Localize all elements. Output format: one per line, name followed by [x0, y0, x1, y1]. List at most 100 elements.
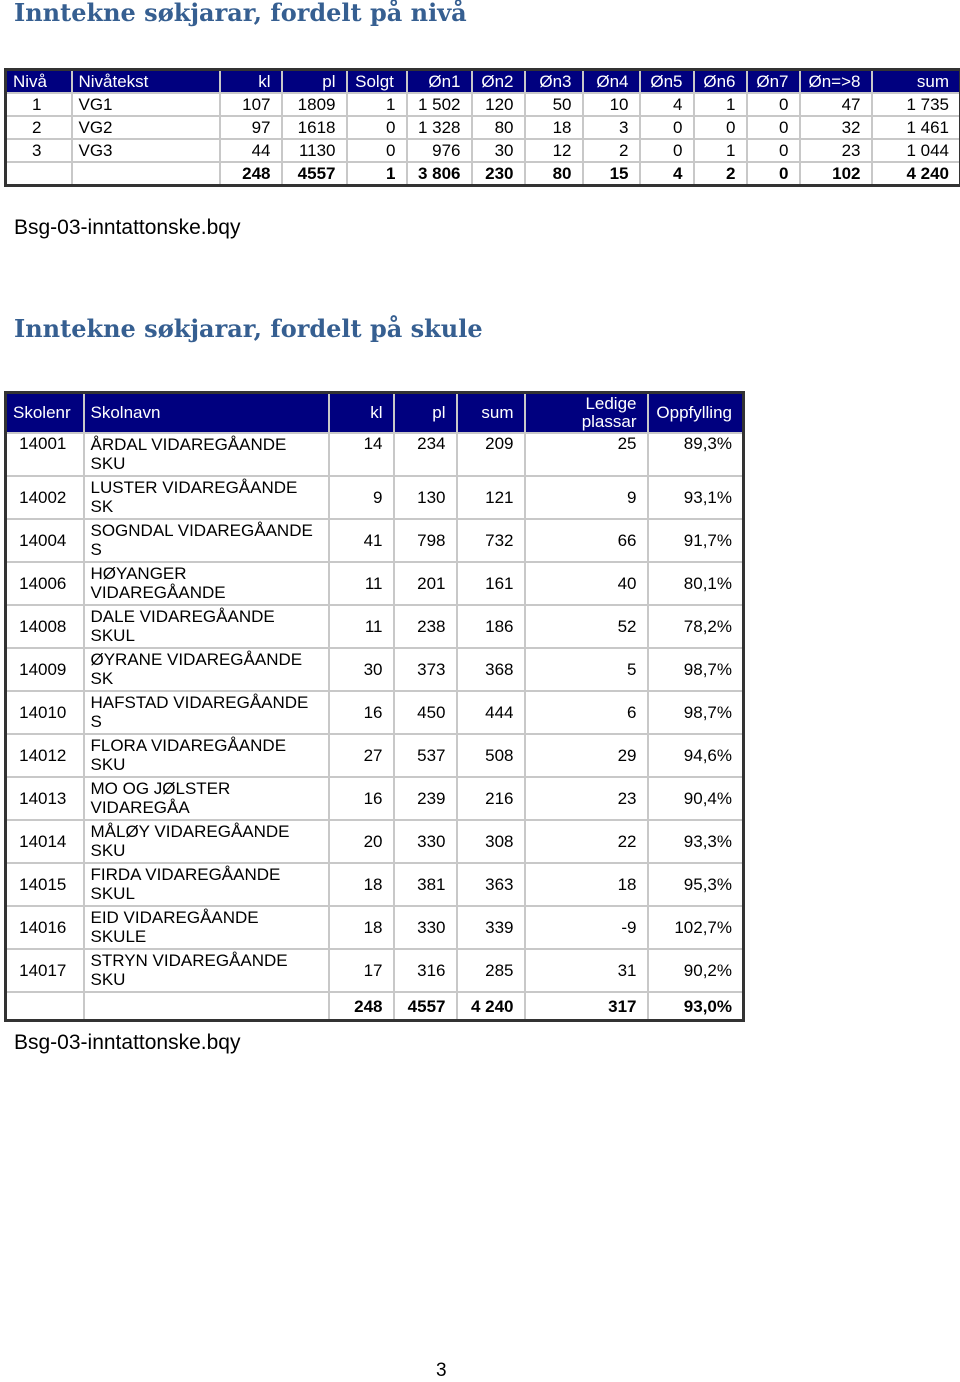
- total-cell: [72, 162, 220, 186]
- table-cell: 0: [640, 116, 694, 139]
- total-cell: 80: [525, 162, 583, 186]
- table-cell: 14: [329, 433, 394, 476]
- table-row: 14012FLORA VIDAREGÅANDE SKU275375082994,…: [6, 734, 744, 777]
- table-cell: 90,4%: [648, 777, 744, 820]
- table-cell: VG2: [72, 116, 220, 139]
- table-cell: 186: [457, 605, 525, 648]
- table-cell: 732: [457, 519, 525, 562]
- table-cell: 1: [347, 93, 407, 116]
- table-cell: 798: [394, 519, 457, 562]
- column-header: Nivåtekst: [72, 70, 220, 94]
- table-cell: 14008: [6, 605, 84, 648]
- table-row: 14010HAFSTAD VIDAREGÅANDE S16450444698,7…: [6, 691, 744, 734]
- table-cell: 16: [329, 777, 394, 820]
- table-cell: 14014: [6, 820, 84, 863]
- table-cell: 14001: [6, 433, 84, 476]
- table-cell: 1 044: [872, 139, 960, 162]
- table-row: 14004SOGNDAL VIDAREGÅANDE S417987326691,…: [6, 519, 744, 562]
- table-cell: 0: [694, 116, 747, 139]
- table-cell: 18: [525, 863, 648, 906]
- table-cell: 97: [220, 116, 282, 139]
- total-cell: 230: [472, 162, 525, 186]
- table-cell: MO OG JØLSTER VIDAREGÅA: [84, 777, 329, 820]
- table-cell: 90,2%: [648, 949, 744, 992]
- table-cell: 93,1%: [648, 476, 744, 519]
- total-cell: 4: [640, 162, 694, 186]
- total-cell: 317: [525, 992, 648, 1021]
- table-cell: 161: [457, 562, 525, 605]
- table-cell: 1130: [282, 139, 347, 162]
- table-cell: 89,3%: [648, 433, 744, 476]
- table-cell: 368: [457, 648, 525, 691]
- table-cell: 209: [457, 433, 525, 476]
- table-cell: HAFSTAD VIDAREGÅANDE S: [84, 691, 329, 734]
- table-cell: 23: [525, 777, 648, 820]
- table-row: 1VG1107180911 5021205010410471 735: [6, 93, 960, 116]
- column-header: kl: [220, 70, 282, 94]
- table-cell: LUSTER VIDAREGÅANDE SK: [84, 476, 329, 519]
- table-cell: 121: [457, 476, 525, 519]
- table-cell: 40: [525, 562, 648, 605]
- table-row: 14017STRYN VIDAREGÅANDE SKU173162853190,…: [6, 949, 744, 992]
- table-cell: VG1: [72, 93, 220, 116]
- table-cell: 339: [457, 906, 525, 949]
- table-cell: 373: [394, 648, 457, 691]
- table-row: 14008DALE VIDAREGÅANDE SKUL112381865278,…: [6, 605, 744, 648]
- column-header: sum: [457, 393, 525, 434]
- table-cell: 27: [329, 734, 394, 777]
- table-cell: 308: [457, 820, 525, 863]
- table-cell: 0: [747, 93, 800, 116]
- table-cell: FIRDA VIDAREGÅANDE SKUL: [84, 863, 329, 906]
- table-cell: 94,6%: [648, 734, 744, 777]
- table-cell: 29: [525, 734, 648, 777]
- total-cell: 248: [220, 162, 282, 186]
- page-number: 3: [436, 1360, 447, 1382]
- table-cell: 1 502: [407, 93, 472, 116]
- table-cell: 12: [525, 139, 583, 162]
- table-row: 3VG3441130097630122010231 044: [6, 139, 960, 162]
- total-cell: [6, 992, 84, 1021]
- table-cell: 201: [394, 562, 457, 605]
- total-cell: 15: [583, 162, 640, 186]
- table-cell: 120: [472, 93, 525, 116]
- table-cell: 1 735: [872, 93, 960, 116]
- table-cell: 1 328: [407, 116, 472, 139]
- table-cell: 1809: [282, 93, 347, 116]
- section-title-school: Inntekne søkjarar, fordelt på skule: [14, 314, 483, 343]
- table-cell: 102,7%: [648, 906, 744, 949]
- table-cell: 107: [220, 93, 282, 116]
- table-cell: 130: [394, 476, 457, 519]
- table-cell: 23: [800, 139, 872, 162]
- table-cell: 1: [694, 93, 747, 116]
- table-cell: 80,1%: [648, 562, 744, 605]
- table-cell: 1618: [282, 116, 347, 139]
- table-cell: 285: [457, 949, 525, 992]
- table-cell: 95,3%: [648, 863, 744, 906]
- table-cell: 4: [640, 93, 694, 116]
- table-cell: 16: [329, 691, 394, 734]
- column-header: Øn7: [747, 70, 800, 94]
- total-cell: 248: [329, 992, 394, 1021]
- level-table: NivåNivåtekstklplSolgtØn1Øn2Øn3Øn4Øn5Øn6…: [4, 68, 960, 187]
- table-cell: 3: [6, 139, 72, 162]
- table-cell: 216: [457, 777, 525, 820]
- table-cell: 14006: [6, 562, 84, 605]
- column-header: Solgt: [347, 70, 407, 94]
- table-cell: 14012: [6, 734, 84, 777]
- column-header: Øn2: [472, 70, 525, 94]
- total-cell: 102: [800, 162, 872, 186]
- table-cell: 14010: [6, 691, 84, 734]
- column-header: Nivå: [6, 70, 72, 94]
- total-row: 248455713 80623080154201024 240: [6, 162, 960, 186]
- total-cell: 0: [747, 162, 800, 186]
- table-cell: 98,7%: [648, 648, 744, 691]
- table-cell: 2: [6, 116, 72, 139]
- table-cell: 444: [457, 691, 525, 734]
- table-cell: 1 461: [872, 116, 960, 139]
- table-cell: 976: [407, 139, 472, 162]
- source-file-label: Bsg-03-inntattonske.bqy: [14, 216, 240, 240]
- column-header: sum: [872, 70, 960, 94]
- table-cell: SOGNDAL VIDAREGÅANDE S: [84, 519, 329, 562]
- table-row: 14014MÅLØY VIDAREGÅANDE SKU203303082293,…: [6, 820, 744, 863]
- section-title-level: Inntekne søkjarar, fordelt på nivå: [14, 0, 467, 27]
